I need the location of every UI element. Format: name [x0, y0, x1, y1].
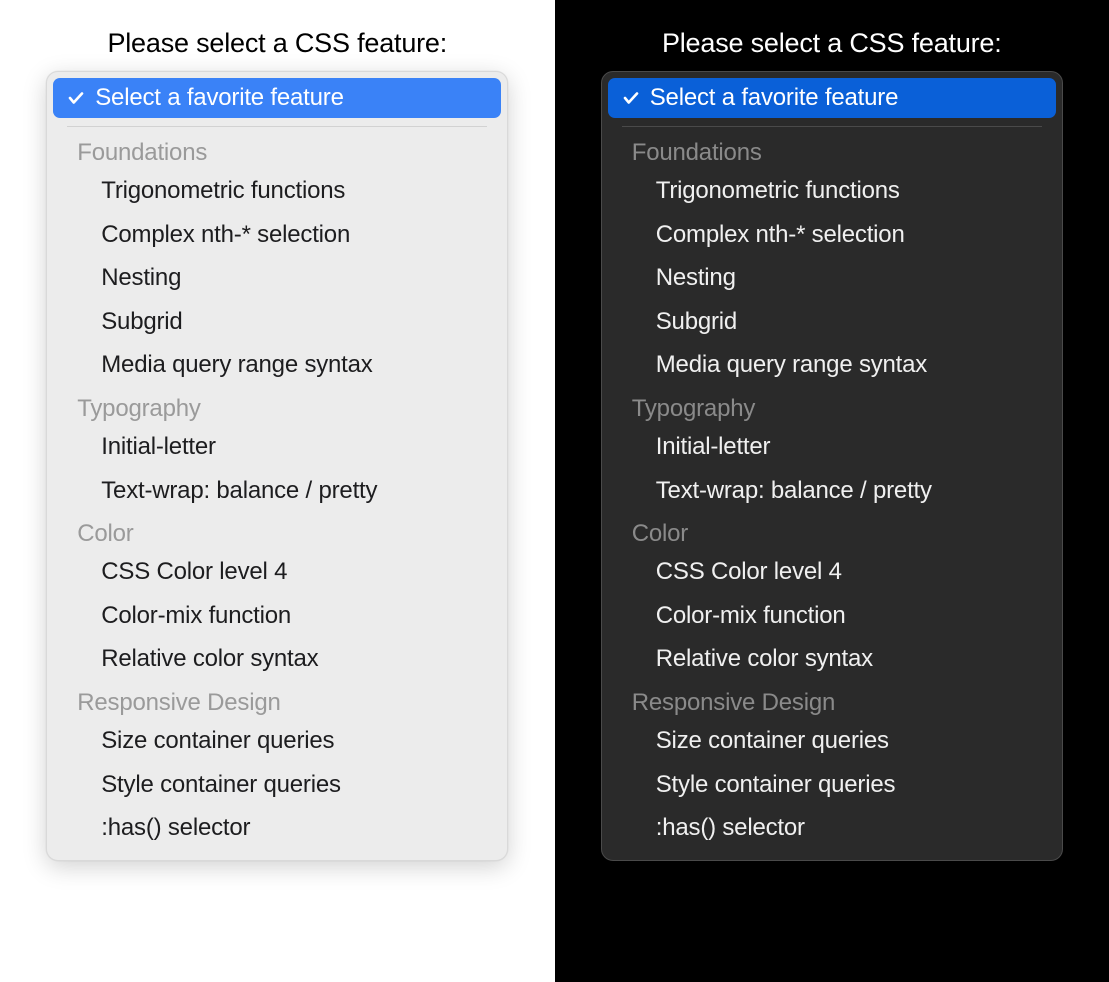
- option-item[interactable]: Complex nth-* selection: [614, 213, 1050, 257]
- divider: [67, 126, 487, 127]
- option-item[interactable]: Style container queries: [59, 763, 495, 807]
- dark-mode-panel: Please select a CSS feature: Select a fa…: [555, 0, 1109, 982]
- option-item[interactable]: Text-wrap: balance / pretty: [59, 469, 495, 513]
- prompt-label: Please select a CSS feature:: [107, 28, 447, 59]
- group-label: Typography: [614, 387, 1050, 425]
- group-label: Typography: [59, 387, 495, 425]
- prompt-label: Please select a CSS feature:: [662, 28, 1002, 59]
- option-item[interactable]: Media query range syntax: [614, 343, 1050, 387]
- option-item[interactable]: :has() selector: [614, 806, 1050, 850]
- option-list: Foundations Trigonometric functions Comp…: [53, 131, 501, 850]
- option-item[interactable]: Initial-letter: [59, 425, 495, 469]
- group-label: Responsive Design: [59, 681, 495, 719]
- checkmark-icon: [622, 89, 640, 107]
- option-item[interactable]: CSS Color level 4: [59, 550, 495, 594]
- selected-option[interactable]: Select a favorite feature: [608, 78, 1056, 118]
- option-item[interactable]: Complex nth-* selection: [59, 213, 495, 257]
- select-dropdown[interactable]: Select a favorite feature Foundations Tr…: [601, 71, 1063, 861]
- group-label: Foundations: [59, 131, 495, 169]
- option-item[interactable]: Media query range syntax: [59, 343, 495, 387]
- option-item[interactable]: Subgrid: [614, 300, 1050, 344]
- option-item[interactable]: Relative color syntax: [614, 637, 1050, 681]
- option-item[interactable]: Size container queries: [614, 719, 1050, 763]
- option-item[interactable]: Trigonometric functions: [614, 169, 1050, 213]
- selected-option-label: Select a favorite feature: [95, 84, 343, 112]
- group-label: Foundations: [614, 131, 1050, 169]
- group-label: Responsive Design: [614, 681, 1050, 719]
- option-item[interactable]: Color-mix function: [614, 594, 1050, 638]
- option-item[interactable]: :has() selector: [59, 806, 495, 850]
- light-mode-panel: Please select a CSS feature: Select a fa…: [0, 0, 555, 982]
- option-list: Foundations Trigonometric functions Comp…: [608, 131, 1056, 850]
- option-item[interactable]: Nesting: [614, 256, 1050, 300]
- divider: [622, 126, 1042, 127]
- option-item[interactable]: Relative color syntax: [59, 637, 495, 681]
- group-label: Color: [59, 512, 495, 550]
- group-label: Color: [614, 512, 1050, 550]
- option-item[interactable]: Initial-letter: [614, 425, 1050, 469]
- option-item[interactable]: Trigonometric functions: [59, 169, 495, 213]
- option-item[interactable]: Text-wrap: balance / pretty: [614, 469, 1050, 513]
- option-item[interactable]: Style container queries: [614, 763, 1050, 807]
- option-item[interactable]: Size container queries: [59, 719, 495, 763]
- option-item[interactable]: Color-mix function: [59, 594, 495, 638]
- selected-option-label: Select a favorite feature: [650, 84, 898, 112]
- select-dropdown[interactable]: Select a favorite feature Foundations Tr…: [46, 71, 508, 861]
- option-item[interactable]: Nesting: [59, 256, 495, 300]
- selected-option[interactable]: Select a favorite feature: [53, 78, 501, 118]
- option-item[interactable]: CSS Color level 4: [614, 550, 1050, 594]
- option-item[interactable]: Subgrid: [59, 300, 495, 344]
- checkmark-icon: [67, 89, 85, 107]
